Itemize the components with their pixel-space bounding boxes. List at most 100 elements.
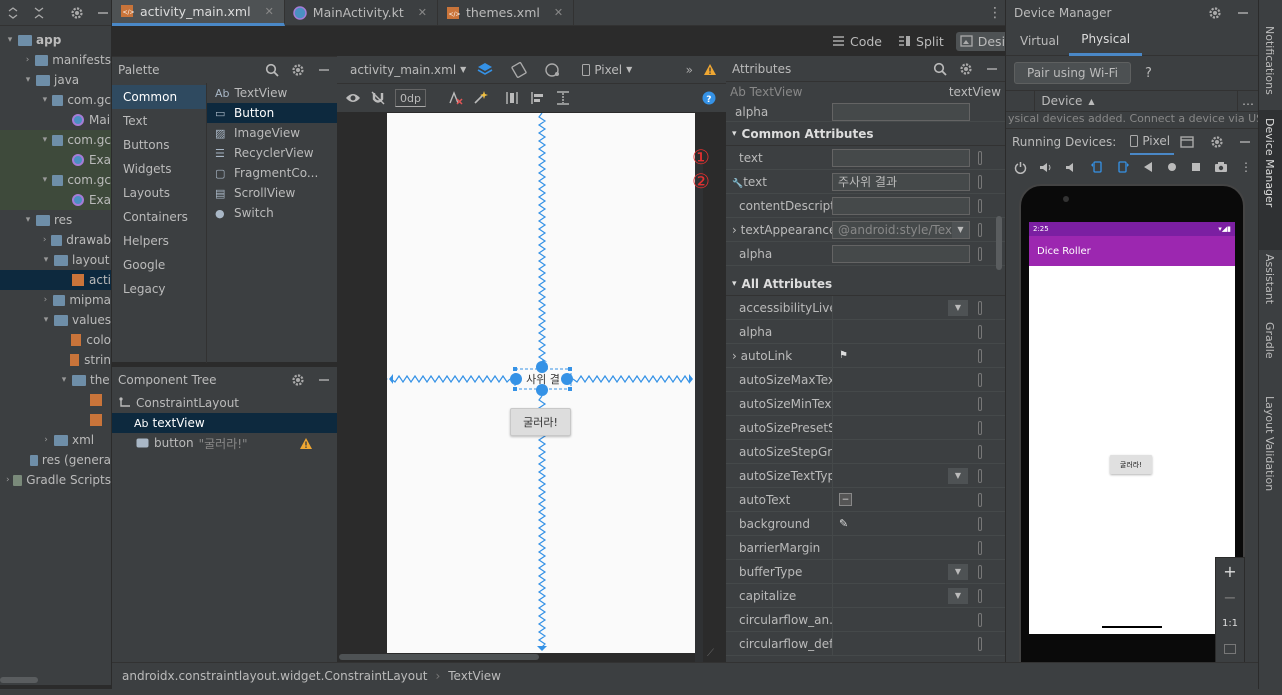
- attr-value-cell[interactable]: [832, 368, 970, 391]
- attr-value-cell[interactable]: [832, 416, 970, 439]
- zoom-in-button[interactable]: +: [1216, 558, 1244, 584]
- chevron-down-icon[interactable]: ▼: [948, 587, 968, 604]
- notifications-tool[interactable]: Notifications: [1263, 26, 1276, 95]
- tree-item[interactable]: ▾ res: [0, 210, 111, 230]
- palette-category[interactable]: Legacy: [112, 277, 206, 301]
- rotate-right-icon[interactable]: [1116, 160, 1130, 174]
- gradle-tool[interactable]: Gradle: [1263, 322, 1276, 359]
- tree-item[interactable]: ▾ the: [0, 370, 111, 390]
- tree-item[interactable]: strin: [0, 350, 111, 370]
- tree-node-button[interactable]: button "굴러라!": [112, 433, 337, 453]
- attr-value-cell[interactable]: −: [832, 488, 970, 511]
- chevron-down-icon[interactable]: ▾: [22, 75, 34, 85]
- pack-icon[interactable]: [505, 90, 521, 106]
- tree-item[interactable]: ▾ java: [0, 70, 111, 90]
- attr-value-cell[interactable]: ▼: [832, 560, 970, 583]
- attr-value-field[interactable]: [832, 102, 970, 121]
- gear-icon[interactable]: [291, 63, 305, 77]
- running-device-tab[interactable]: Pixel 3: [1130, 129, 1175, 155]
- tab-physical[interactable]: Physical: [1069, 26, 1143, 56]
- zoom-actual-button[interactable]: 1:1: [1216, 610, 1244, 636]
- clear-constraints-icon[interactable]: [447, 90, 463, 106]
- attributes-scrollbar[interactable]: [996, 216, 1002, 270]
- resource-picker-handle[interactable]: [978, 588, 982, 603]
- resource-picker-handle[interactable]: [978, 612, 982, 627]
- overview-icon[interactable]: [1190, 161, 1202, 173]
- tree-item[interactable]: ▾ com.gc: [0, 90, 111, 110]
- close-icon[interactable]: ✕: [265, 5, 274, 18]
- magnet-off-icon[interactable]: [370, 90, 386, 106]
- palette-category[interactable]: Helpers: [112, 229, 206, 253]
- close-icon[interactable]: ✕: [418, 6, 427, 19]
- chevron-right-icon[interactable]: ›: [4, 475, 11, 485]
- attr-value-field[interactable]: 주사위 결과: [832, 172, 970, 191]
- tree-item[interactable]: [0, 410, 111, 430]
- layout-preview[interactable]: 사위 결 굴러라!: [387, 113, 695, 653]
- chevron-down-icon[interactable]: ▾: [22, 215, 34, 225]
- preview-button[interactable]: 굴러라!: [510, 408, 571, 436]
- attr-value-cell[interactable]: [832, 440, 970, 463]
- tree-item[interactable]: ▾ values: [0, 310, 111, 330]
- attr-value-cell[interactable]: [832, 608, 970, 631]
- more-vertical-icon[interactable]: ⋮: [985, 5, 1005, 21]
- minimize-icon[interactable]: [1236, 6, 1250, 20]
- attr-value-cell[interactable]: ⚑: [832, 344, 970, 367]
- close-icon[interactable]: ✕: [554, 6, 563, 19]
- pair-wifi-button[interactable]: Pair using Wi-Fi: [1014, 62, 1131, 84]
- chevron-down-icon[interactable]: ▾: [40, 135, 50, 145]
- palette-item[interactable]: ▤ ScrollView: [207, 183, 337, 203]
- resource-picker-handle[interactable]: [978, 636, 982, 651]
- widget-id[interactable]: textView: [949, 85, 1001, 99]
- all-attributes-section[interactable]: ▾ All Attributes: [726, 272, 1005, 296]
- palette-category[interactable]: Buttons: [112, 133, 206, 157]
- emulator-screen[interactable]: 2:25 ▾◢▮ Dice Roller 굴러라!: [1029, 222, 1235, 634]
- palette-category[interactable]: Text: [112, 109, 206, 133]
- resource-picker-handle[interactable]: [978, 396, 982, 411]
- layout-validation-tool[interactable]: Layout Validation: [1263, 396, 1276, 491]
- volume-down-icon[interactable]: [1065, 161, 1078, 174]
- theme-icon[interactable]: [544, 61, 562, 79]
- tree-node-constraintlayout[interactable]: ConstraintLayout: [112, 393, 337, 413]
- resource-picker-handle[interactable]: [978, 222, 982, 237]
- tree-item[interactable]: colo: [0, 330, 111, 350]
- orientation-icon[interactable]: [510, 61, 528, 79]
- tree-item[interactable]: Exa: [0, 190, 111, 210]
- minimize-icon[interactable]: [317, 63, 331, 77]
- assistant-tool[interactable]: Assistant: [1263, 254, 1276, 304]
- tree-item[interactable]: ▾ com.gc: [0, 170, 111, 190]
- attr-value-cell[interactable]: [832, 536, 970, 559]
- palette-item[interactable]: ▭ Button: [207, 103, 337, 123]
- gear-icon[interactable]: [70, 6, 84, 20]
- minimize-icon[interactable]: [985, 62, 999, 76]
- more-vertical-icon[interactable]: ⋮: [1240, 160, 1252, 174]
- resource-picker-handle[interactable]: [978, 150, 982, 165]
- eye-icon[interactable]: [345, 92, 361, 104]
- tree-item[interactable]: › mipma: [0, 290, 111, 310]
- palette-category[interactable]: Layouts: [112, 181, 206, 205]
- device-column-header[interactable]: Device: [1041, 94, 1082, 108]
- palette-category[interactable]: Widgets: [112, 157, 206, 181]
- palette-item[interactable]: ● Switch: [207, 203, 337, 223]
- help-icon[interactable]: ?: [702, 91, 716, 105]
- resource-picker-handle[interactable]: [978, 468, 982, 483]
- help-button[interactable]: ?: [1145, 66, 1152, 81]
- warning-icon[interactable]: [299, 437, 313, 450]
- chevron-right-icon[interactable]: ›: [732, 349, 741, 363]
- tree-item[interactable]: › xml: [0, 430, 111, 450]
- tree-item[interactable]: › drawab: [0, 230, 111, 250]
- minimize-icon[interactable]: [96, 6, 110, 20]
- attr-value-cell[interactable]: ▼: [832, 464, 970, 487]
- resource-picker-handle[interactable]: [978, 348, 982, 363]
- chevron-down-icon[interactable]: ▾: [40, 255, 52, 265]
- tree-item[interactable]: res (genera: [0, 450, 111, 470]
- resource-picker-handle[interactable]: [978, 420, 982, 435]
- resource-picker-handle[interactable]: [978, 444, 982, 459]
- gear-icon[interactable]: [959, 62, 973, 76]
- chevron-down-icon[interactable]: ▼: [948, 299, 968, 316]
- device-selector[interactable]: Pixel ▼: [582, 63, 632, 77]
- tree-item[interactable]: › Gradle Scripts: [0, 470, 111, 490]
- common-attributes-section[interactable]: ▾ Common Attributes: [726, 122, 1005, 146]
- palette-category[interactable]: Google: [112, 253, 206, 277]
- palette-category[interactable]: Common: [112, 85, 206, 109]
- tree-item[interactable]: acti: [0, 270, 111, 290]
